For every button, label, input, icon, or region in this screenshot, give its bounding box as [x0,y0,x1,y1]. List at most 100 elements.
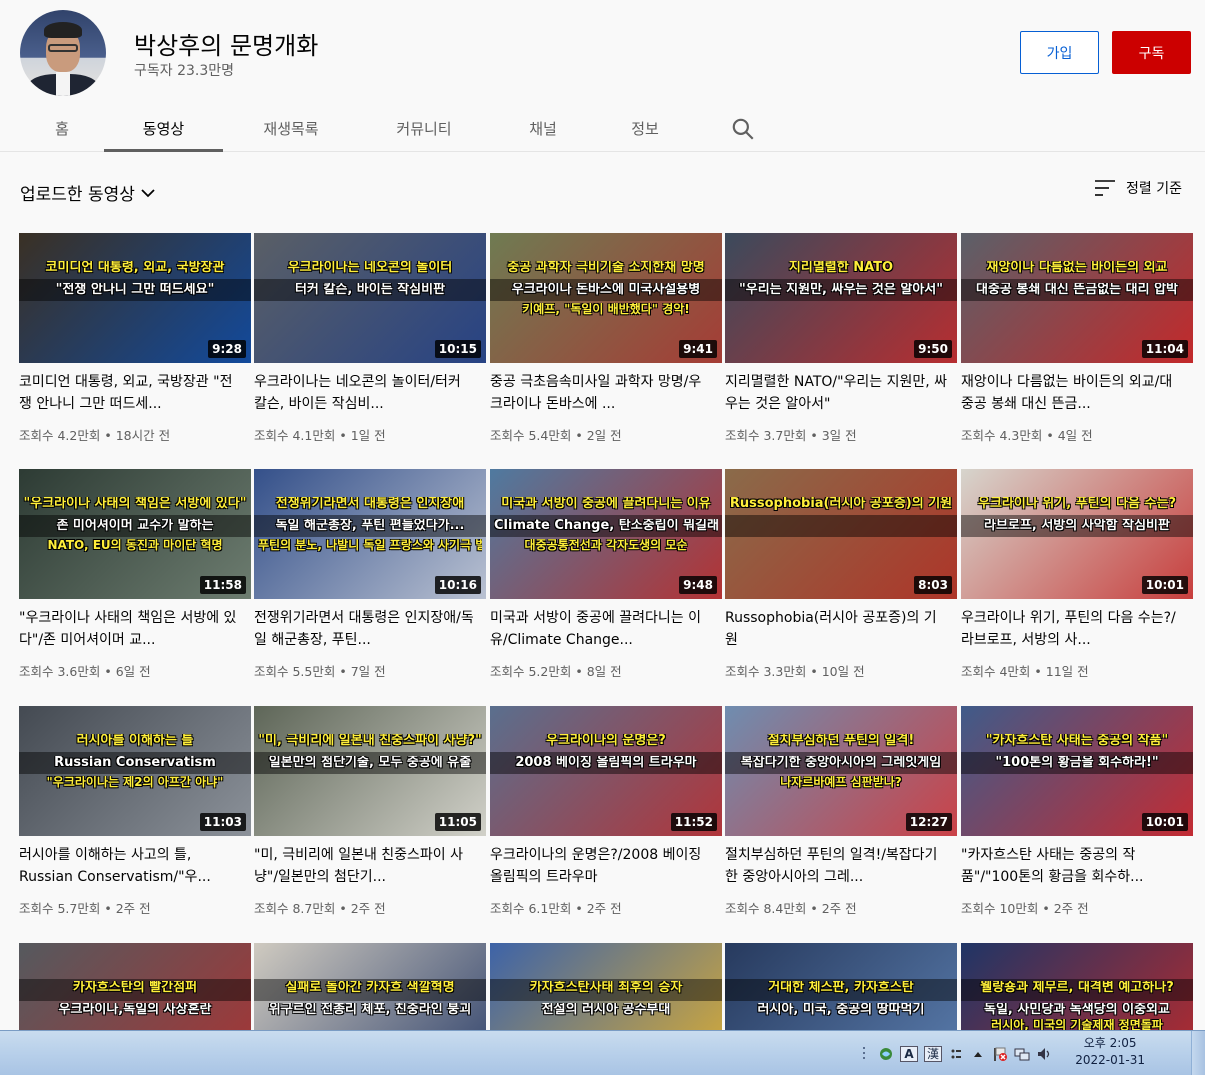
video-card[interactable]: "미, 극비리에 일본내 친중스파이 사냥?" 일본만의 첨단기술, 모두 중공에… [254,706,486,916]
video-card[interactable]: "카자흐스탄 사태는 중공의 작품" "100톤의 황금을 회수하라!" 10:01… [961,706,1193,916]
video-thumbnail[interactable]: 재앙이나 다름없는 바이든의 외교 대중공 봉쇄 대신 뜬금없는 대리 압박 11:… [961,233,1193,363]
video-card[interactable]: 거대한 체스판, 카자흐스탄 러시아, 미국, 중공의 땅따먹기 [725,943,957,1030]
video-thumbnail[interactable]: 우크라이나의 운명은? 2008 베이징 올림픽의 트라우마 11:52 [490,706,722,836]
video-title[interactable]: 우크라이나 위기, 푸틴의 다음 수는?/라브로프, 서방의 사... [961,607,1185,651]
video-card[interactable]: 카자흐스탄사태 최후의 승자 전설의 러시아 공수부대 [490,943,722,1030]
video-title[interactable]: 중공 극초음속미사일 과학자 망명/우크라이나 돈바스에 ... [490,371,714,415]
video-thumbnail[interactable]: "우크라이나 사태의 책임은 서방에 있다" 존 미어셔이머 교수가 말하는 NAT… [19,469,251,599]
video-thumbnail[interactable]: 거대한 체스판, 카자흐스탄 러시아, 미국, 중공의 땅따먹기 [725,943,957,1030]
thumbnail-caption-2: Russian Conservatism [54,756,216,770]
tab-community[interactable]: 커뮤니티 [364,104,484,152]
video-thumbnail[interactable]: 중공 과학자 극비기술 소지한채 망명 우크라이나 돈바스에 미국사설용병 키예프,… [490,233,722,363]
video-card[interactable]: 미국과 서방이 중공에 끌려다니는 이유 Climate Change, 탄소중립… [490,469,722,679]
video-thumbnail[interactable]: 실패로 돌아간 카자흐 색깔혁명 위구르인 전총리 체포, 친중라인 붕괴 [254,943,486,1030]
video-thumbnail[interactable]: 러시아를 이해하는 틀 Russian Conservatism "우크라이나는 제… [19,706,251,836]
video-thumbnail[interactable]: 우크라이나 위기, 푸틴의 다음 수는? 라브로프, 서방의 사악함 작심비판 10… [961,469,1193,599]
video-card[interactable]: 지리멸렬한 NATO "우리는 지원만, 싸우는 것은 알아서" 9:50 지리멸렬한… [725,233,957,443]
video-title[interactable]: 전쟁위기라면서 대통령은 인지장애/독일 해군총장, 푸틴... [254,607,478,651]
video-title[interactable]: 러시아를 이해하는 사고의 틀, Russian Conservatism/"우… [19,844,243,888]
join-button[interactable]: 가입 [1020,31,1099,74]
video-thumbnail[interactable]: 전쟁위기라면서 대통령은 인지장애 독일 해군총장, 푸틴 편들었다가... 푸틴의… [254,469,486,599]
video-metadata: 조회수 3.7만회 • 3일 전 [725,425,857,444]
taskbar-clock[interactable]: 오후 2:05 2022-01-31 [1075,1035,1145,1069]
channel-avatar[interactable] [20,10,106,96]
video-card[interactable]: 우크라이나 위기, 푸틴의 다음 수는? 라브로프, 서방의 사악함 작심비판 10… [961,469,1193,679]
view-count: 조회수 4.3만회 [961,428,1043,443]
video-card[interactable]: 중공 과학자 극비기술 소지한채 망명 우크라이나 돈바스에 미국사설용병 키예프,… [490,233,722,443]
video-metadata: 조회수 4.3만회 • 4일 전 [961,425,1093,444]
video-thumbnail[interactable]: "카자흐스탄 사태는 중공의 작품" "100톤의 황금을 회수하라!" 10:01 [961,706,1193,836]
video-thumbnail[interactable]: 카자흐스탄의 빨간점퍼 우크라이나,독일의 사상혼란 [19,943,251,1030]
video-card[interactable]: 재앙이나 다름없는 바이든의 외교 대중공 봉쇄 대신 뜬금없는 대리 압박 11:… [961,233,1193,443]
thumbnail-caption-1: "우크라이나 사태의 책임은 서방에 있다" [23,497,247,511]
video-title[interactable]: 우크라이나의 운명은?/2008 베이징 올림픽의 트라우마 [490,844,714,888]
video-title[interactable]: 지리멸렬한 NATO/"우리는 지원만, 싸우는 것은 알아서" [725,371,949,415]
subscribe-button[interactable]: 구독 [1112,31,1191,74]
ime-options-icon[interactable] [948,1046,964,1062]
tab-playlists[interactable]: 재생목록 [232,104,350,152]
subscriber-count: 구독자 23.3만명 [134,63,235,79]
flag-icon[interactable] [992,1046,1008,1062]
video-title[interactable]: 재앙이나 다름없는 바이든의 외교/대중공 봉쇄 대신 뜬금... [961,371,1185,415]
video-title[interactable]: 코미디언 대통령, 외교, 국방장관 "전쟁 안나니 그만 떠드세... [19,371,243,415]
thumbnail-caption-2: 복잡다기한 중앙아시아의 그레잇게임 [740,756,942,770]
tab-videos[interactable]: 동영상 [104,104,223,152]
video-duration: 10:01 [1141,813,1188,831]
hanja-button[interactable]: 漢 [924,1045,942,1062]
video-card[interactable]: 러시아를 이해하는 틀 Russian Conservatism "우크라이나는 제… [19,706,251,916]
upload-age: 2일 전 [586,428,622,443]
video-duration: 9:41 [679,340,717,358]
video-thumbnail[interactable]: 지리멸렬한 NATO "우리는 지원만, 싸우는 것은 알아서" 9:50 [725,233,957,363]
show-hidden-icons[interactable] [970,1046,986,1062]
upload-age: 4일 전 [1057,428,1093,443]
ime-mode-button[interactable]: A [900,1045,918,1062]
video-thumbnail[interactable]: "미, 극비리에 일본내 친중스파이 사냥?" 일본만의 첨단기술, 모두 중공에… [254,706,486,836]
uploads-dropdown[interactable]: 업로드한 동영상 [20,180,155,205]
video-thumbnail[interactable]: 웰랑숑과 제무르, 대격변 예고하나? 독일, 사민당과 녹색당의 이중외교 러시아… [961,943,1193,1030]
video-title[interactable]: "미, 극비리에 일본내 친중스파이 사냥"/일본만의 첨단기... [254,844,478,888]
video-title[interactable]: "우크라이나 사태의 책임은 서방에 있다"/존 미어셔이머 교... [19,607,243,651]
video-duration: 11:52 [670,813,717,831]
video-title[interactable]: "카자흐스탄 사태는 중공의 작품"/"100톤의 황금을 회수하... [961,844,1185,888]
volume-icon[interactable] [1036,1046,1052,1062]
sort-button[interactable]: 정렬 기준 [1094,178,1182,198]
tab-about[interactable]: 정보 [600,104,690,152]
tab-home[interactable]: 홈 [20,104,104,152]
video-metadata: 조회수 4.1만회 • 1일 전 [254,425,386,444]
search-icon[interactable] [730,116,756,142]
video-card[interactable]: "우크라이나 사태의 책임은 서방에 있다" 존 미어셔이머 교수가 말하는 NAT… [19,469,251,679]
video-title[interactable]: 우크라이나는 네오콘의 놀이터/터커 칼슨, 바이든 작심비... [254,371,478,415]
thumbnail-caption-1: 우크라이나는 네오콘의 놀이터 [287,261,453,275]
thumbnail-caption-1: 전쟁위기라면서 대통령은 인지장애 [275,497,465,511]
video-card[interactable]: 코미디언 대통령, 외교, 국방장관 "전쟁 안나니 그만 떠드세요" 9:28 코미… [19,233,251,443]
video-card[interactable]: 우크라이나의 운명은? 2008 베이징 올림픽의 트라우마 11:52 우크라이나의… [490,706,722,916]
video-thumbnail[interactable]: 카자흐스탄사태 최후의 승자 전설의 러시아 공수부대 [490,943,722,1030]
show-desktop-button[interactable] [1191,1031,1205,1075]
video-metadata: 조회수 10만회 • 2주 전 [961,898,1089,917]
thumbnail-caption-1: "카자흐스탄 사태는 중공의 작품" [985,734,1169,748]
video-title[interactable]: 절치부심하던 푸틴의 일격!/복잡다기한 중앙아시아의 그레... [725,844,949,888]
video-duration: 11:04 [1141,340,1188,358]
tab-channels[interactable]: 채널 [496,104,590,152]
video-thumbnail[interactable]: Russophobia(러시아 공포증)의 기원 8:03 [725,469,957,599]
separator-dot: • [335,664,351,679]
video-card[interactable]: 웰랑숑과 제무르, 대격변 예고하나? 독일, 사민당과 녹색당의 이중외교 러시아… [961,943,1193,1030]
video-card[interactable]: 카자흐스탄의 빨간점퍼 우크라이나,독일의 사상혼란 [19,943,251,1030]
video-thumbnail[interactable]: 절치부심하던 푸틴의 일격! 복잡다기한 중앙아시아의 그레잇게임 나자르바예프 심… [725,706,957,836]
thumbnail-caption-1: "미, 극비리에 일본내 친중스파이 사냥?" [258,734,482,748]
video-title[interactable]: 미국과 서방이 중공에 끌려다니는 이유/Climate Change... [490,607,714,651]
video-title[interactable]: Russophobia(러시아 공포증)의 기원 [725,607,949,651]
view-count: 조회수 5.5만회 [254,664,336,679]
video-card[interactable]: 절치부심하던 푸틴의 일격! 복잡다기한 중앙아시아의 그레잇게임 나자르바예프 심… [725,706,957,916]
video-thumbnail[interactable]: 우크라이나는 네오콘의 놀이터 터커 칼슨, 바이든 작심비판 10:15 [254,233,486,363]
network-icon[interactable] [1014,1046,1030,1062]
video-card[interactable]: Russophobia(러시아 공포증)의 기원 8:03 Russophobia(… [725,469,957,679]
video-card[interactable]: 실패로 돌아간 카자흐 색깔혁명 위구르인 전총리 체포, 친중라인 붕괴 [254,943,486,1030]
video-thumbnail[interactable]: 코미디언 대통령, 외교, 국방장관 "전쟁 안나니 그만 떠드세요" 9:28 [19,233,251,363]
video-card[interactable]: 전쟁위기라면서 대통령은 인지장애 독일 해군총장, 푸틴 편들었다가... 푸틴의… [254,469,486,679]
language-bar-icon[interactable] [878,1046,894,1062]
view-count: 조회수 8.7만회 [254,901,336,916]
video-card[interactable]: 우크라이나는 네오콘의 놀이터 터커 칼슨, 바이든 작심비판 10:15 우크라이나… [254,233,486,443]
video-thumbnail[interactable]: 미국과 서방이 중공에 끌려다니는 이유 Climate Change, 탄소중립… [490,469,722,599]
thumbnail-caption-3: 러시아, 미국의 기술제재 정면돌파 [991,1019,1163,1030]
